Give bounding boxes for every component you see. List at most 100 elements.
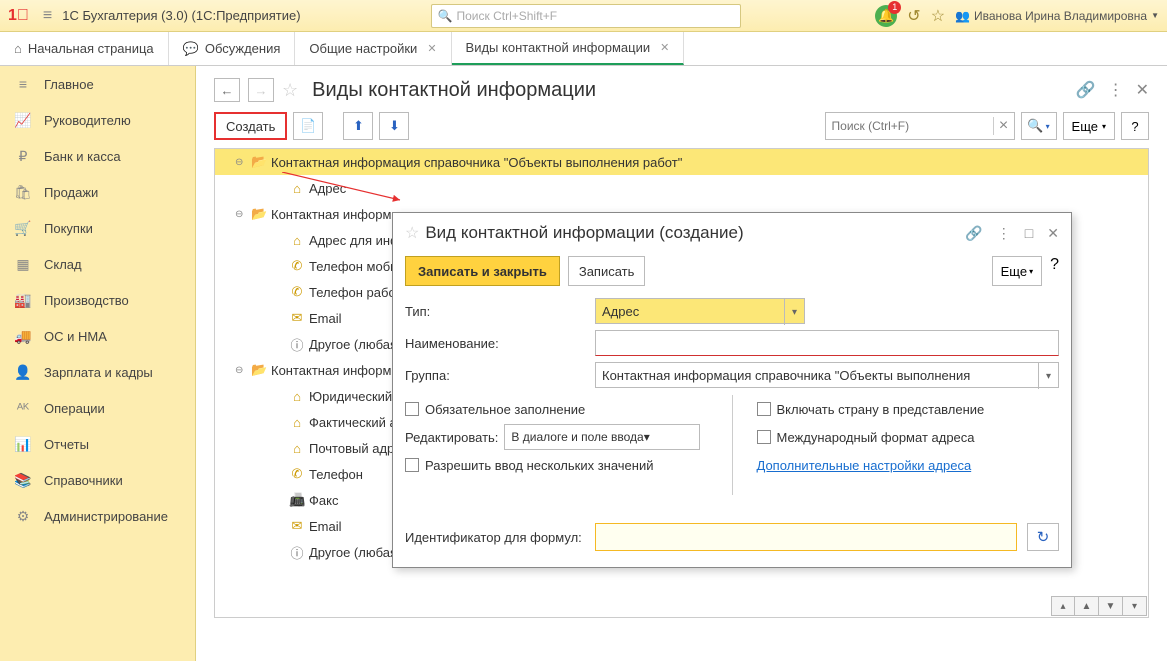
dialog-more-button[interactable]: Еще▾ xyxy=(992,256,1042,286)
forward-button[interactable]: → xyxy=(248,78,274,102)
notification-badge: 1 xyxy=(888,1,901,14)
tab-general-settings[interactable]: Общие настройки ✕ xyxy=(295,32,451,65)
help-button[interactable]: ? xyxy=(1121,112,1149,140)
close-icon[interactable]: ✕ xyxy=(1047,225,1059,242)
search-input[interactable] xyxy=(826,113,993,139)
write-button[interactable]: Записать xyxy=(568,256,646,286)
truck-icon: 🚚 xyxy=(14,328,32,345)
more-button[interactable]: Еще▾ xyxy=(1063,112,1115,140)
chevron-down-icon[interactable]: ▾ xyxy=(1038,363,1058,389)
multi-checkbox-row[interactable]: Разрешить ввод нескольких значений xyxy=(405,451,708,479)
create-button[interactable]: Создать xyxy=(214,112,287,140)
divider xyxy=(732,395,733,495)
chevron-down-icon[interactable]: ▾ xyxy=(784,299,804,325)
star-icon[interactable]: ☆ xyxy=(931,6,945,26)
create-folder-button[interactable]: 📄 xyxy=(293,112,323,140)
collapse-icon[interactable]: ⊖ xyxy=(235,365,247,376)
edit-mode-value: В диалоге и поле ввода xyxy=(511,430,643,444)
link-icon[interactable]: 🔗 xyxy=(1076,80,1096,100)
tree-item[interactable]: ⌂Адрес xyxy=(215,175,1148,201)
sidebar-item-production[interactable]: 🏭Производство xyxy=(0,282,195,318)
checkbox-icon[interactable] xyxy=(757,430,771,444)
multi-label: Разрешить ввод нескольких значений xyxy=(425,458,653,473)
link-icon[interactable]: 🔗 xyxy=(965,225,982,242)
maximize-icon[interactable]: □ xyxy=(1025,225,1033,242)
notification-bell-icon[interactable]: 🔔1 xyxy=(875,5,897,27)
move-up-button[interactable]: ⬆ xyxy=(343,112,373,140)
clear-search-icon[interactable]: × xyxy=(993,117,1014,135)
folder-icon: 📂 xyxy=(251,154,267,170)
sidebar-item-warehouse[interactable]: ▦Склад xyxy=(0,246,195,282)
close-icon[interactable]: ✕ xyxy=(660,41,669,54)
group-select[interactable]: Контактная информация справочника "Объек… xyxy=(595,362,1059,388)
country-checkbox-row[interactable]: Включать страну в представление xyxy=(757,395,1060,423)
dialog-help-button[interactable]: ? xyxy=(1050,256,1059,286)
favorite-star-icon[interactable]: ☆ xyxy=(405,223,419,243)
sidebar-item-main[interactable]: ≡Главное xyxy=(0,66,195,102)
scroll-bottom-button[interactable]: ▾ xyxy=(1123,596,1147,616)
write-and-close-button[interactable]: Записать и закрыть xyxy=(405,256,560,286)
type-label: Тип: xyxy=(405,304,585,319)
required-label: Обязательное заполнение xyxy=(425,402,585,417)
tab-contact-types[interactable]: Виды контактной информации ✕ xyxy=(452,32,685,65)
move-down-button[interactable]: ⬇ xyxy=(379,112,409,140)
type-select[interactable]: Адрес ▾ xyxy=(595,298,805,324)
search-box[interactable]: × xyxy=(825,112,1015,140)
collapse-icon[interactable]: ⊖ xyxy=(235,157,247,168)
sidebar-item-salary[interactable]: 👤Зарплата и кадры xyxy=(0,354,195,390)
sidebar-item-operations[interactable]: ᴬᴷОперации xyxy=(0,390,195,426)
user-menu[interactable]: 👥 Иванова Ирина Владимировна ▼ xyxy=(955,9,1159,23)
folder-icon: 📂 xyxy=(251,206,267,222)
scroll-top-button[interactable]: ▴ xyxy=(1051,596,1075,616)
sidebar-item-purchases[interactable]: 🛒Покупки xyxy=(0,210,195,246)
tab-discussions[interactable]: 💬 Обсуждения xyxy=(169,32,296,65)
close-icon[interactable]: ✕ xyxy=(427,42,436,55)
id-generate-button[interactable]: ↻ xyxy=(1027,523,1059,551)
dialog-header: ☆ Вид контактной информации (создание) 🔗… xyxy=(393,213,1071,253)
sidebar: ≡Главное 📈Руководителю ₽Банк и касса 🛍Пр… xyxy=(0,66,196,661)
menu-icon[interactable]: ≡ xyxy=(43,7,52,25)
sidebar-item-label: Главное xyxy=(44,77,94,92)
back-button[interactable]: ← xyxy=(214,78,240,102)
tab-label: Обсуждения xyxy=(205,41,281,56)
history-icon[interactable]: ↺ xyxy=(907,6,920,26)
sidebar-item-assets[interactable]: 🚚ОС и НМА xyxy=(0,318,195,354)
tab-home[interactable]: ⌂ Начальная страница xyxy=(0,32,169,65)
sidebar-item-reports[interactable]: 📊Отчеты xyxy=(0,426,195,462)
intl-checkbox-row[interactable]: Международный формат адреса xyxy=(757,423,1060,451)
sidebar-item-manager[interactable]: 📈Руководителю xyxy=(0,102,195,138)
checkbox-icon[interactable] xyxy=(757,402,771,416)
name-input[interactable] xyxy=(595,330,1059,356)
mail-icon: ✉ xyxy=(289,518,305,534)
kebab-icon[interactable]: ⋮ xyxy=(997,225,1011,242)
tree-label: Адрес xyxy=(309,181,346,196)
sidebar-item-catalogs[interactable]: 📚Справочники xyxy=(0,462,195,498)
sidebar-item-admin[interactable]: ⚙Администрирование xyxy=(0,498,195,534)
sidebar-item-bank[interactable]: ₽Банк и касса xyxy=(0,138,195,174)
sidebar-item-sales[interactable]: 🛍Продажи xyxy=(0,174,195,210)
checkbox-icon[interactable] xyxy=(405,458,419,472)
person-icon: 👤 xyxy=(14,364,32,381)
kebab-icon[interactable]: ⋮ xyxy=(1108,80,1124,100)
sidebar-item-label: Продажи xyxy=(44,185,98,200)
favorite-star-icon[interactable]: ☆ xyxy=(282,80,298,101)
checkbox-icon[interactable] xyxy=(405,402,419,416)
tree-folder[interactable]: ⊖📂Контактная информация справочника "Объ… xyxy=(215,149,1148,175)
group-label: Группа: xyxy=(405,368,585,383)
additional-address-settings-link[interactable]: Дополнительные настройки адреса xyxy=(757,458,972,473)
edit-mode-select[interactable]: В диалоге и поле ввода ▾ xyxy=(504,424,700,450)
search-dropdown-button[interactable]: 🔍▾ xyxy=(1021,112,1057,140)
close-icon[interactable]: ✕ xyxy=(1136,80,1149,100)
cart-icon: 🛒 xyxy=(14,220,32,237)
chevron-down-icon[interactable]: ▾ xyxy=(644,430,650,444)
user-icon: 👥 xyxy=(955,9,970,23)
required-checkbox-row[interactable]: Обязательное заполнение xyxy=(405,395,708,423)
books-icon: 📚 xyxy=(14,472,32,489)
scroll-up-button[interactable]: ▲ xyxy=(1075,596,1099,616)
sidebar-item-label: Операции xyxy=(44,401,105,416)
id-input[interactable] xyxy=(595,523,1017,551)
collapse-icon[interactable]: ⊖ xyxy=(235,209,247,220)
scroll-down-button[interactable]: ▼ xyxy=(1099,596,1123,616)
tabbar: ⌂ Начальная страница 💬 Обсуждения Общие … xyxy=(0,32,1167,66)
search-top[interactable]: 🔍 Поиск Ctrl+Shift+F xyxy=(431,4,741,28)
